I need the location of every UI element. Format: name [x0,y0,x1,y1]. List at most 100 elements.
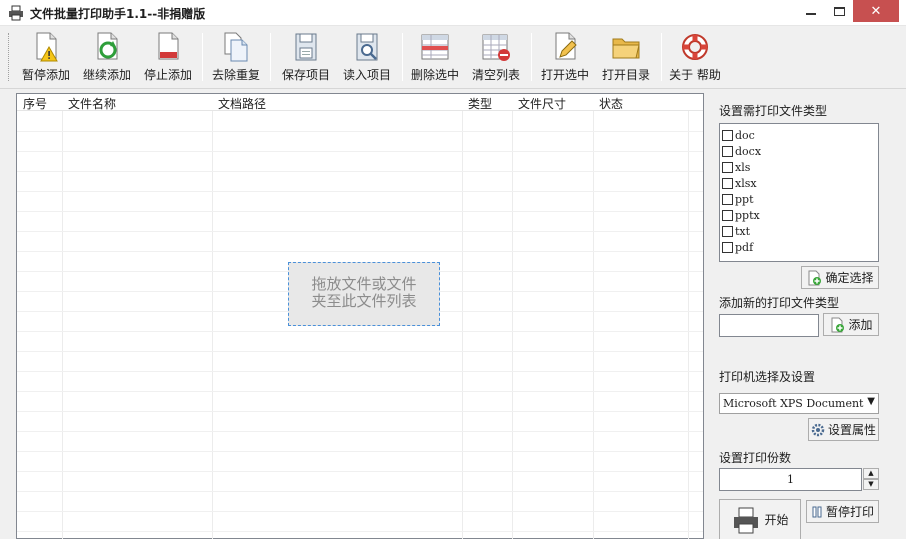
checkbox[interactable] [722,161,733,173]
start-print-label: 开始 [764,513,789,527]
copies-stepper[interactable]: ▲ ▼ [863,468,879,491]
add-type-button-label: 添加 [848,318,873,332]
printer-section-label: 打印机选择及设置 [719,370,816,384]
copies-input[interactable]: 1 [719,468,862,491]
row-divider [17,231,703,232]
toolbar-separator [202,33,203,81]
row-divider [17,511,703,512]
printer-select[interactable]: Microsoft XPS Document ▼ [719,393,879,414]
row-divider [17,131,703,132]
start-print-button[interactable]: 开始 [719,499,801,539]
remove-duplicates-button[interactable]: 去除重复 [209,31,263,85]
delete-selected-icon [421,34,449,60]
gear-icon [811,423,825,436]
printer-icon [734,507,759,533]
drop-hint-line1: 拖放文件或文件 [311,275,417,293]
type-item-doc[interactable]: doc [722,127,876,143]
checkbox[interactable] [722,241,733,253]
pause-add-button[interactable]: 暂停添加 [19,31,73,85]
spin-up-icon[interactable]: ▲ [863,468,879,479]
refresh-document-icon [97,32,118,60]
spin-down-icon[interactable]: ▼ [863,479,879,490]
warning-document-icon [36,32,58,62]
clear-list-icon [482,34,510,61]
pause-print-button[interactable]: 暂停打印 [806,500,879,523]
list-header: 序号 文件名称 文档路径 类型 文件尺寸 状态 [17,94,703,111]
row-divider [17,211,703,212]
continue-add-label: 继续添加 [82,68,131,82]
about-help-button[interactable]: 关于 帮助 [666,31,724,85]
toolbar-separator [402,33,403,81]
confirm-types-button[interactable]: 确定选择 [801,266,879,289]
column-divider [688,94,689,539]
type-item-pptx[interactable]: pptx [722,207,876,223]
row-divider [17,151,703,152]
save-project-label: 保存项目 [281,68,330,82]
type-item-pdf[interactable]: pdf [722,239,876,255]
new-type-input[interactable] [719,314,819,337]
file-types-label: 设置需打印文件类型 [719,104,828,118]
row-divider [17,411,703,412]
save-project-icon [295,33,317,61]
copies-label: 设置打印份数 [719,451,792,465]
column-header-path[interactable]: 文档路径 [218,95,266,112]
column-header-index[interactable]: 序号 [23,95,47,112]
load-project-label: 读入项目 [342,68,391,82]
drop-zone[interactable]: 拖放文件或文件 夹至此文件列表 [288,262,440,326]
toolbar-separator [531,33,532,81]
pause-print-label: 暂停打印 [825,505,874,519]
file-list[interactable]: 序号 文件名称 文档路径 类型 文件尺寸 状态 拖放文件或文件 夹至此文件列表 [16,93,704,539]
load-project-button[interactable]: 读入项目 [339,31,395,85]
column-divider [212,94,213,539]
type-item-xlsx[interactable]: xlsx [722,175,876,191]
open-selected-button[interactable]: 打开选中 [538,31,592,85]
window-title: 文件批量打印助手1.1--非捐赠版 [30,7,206,21]
column-header-status[interactable]: 状态 [599,95,623,112]
toolbar: 暂停添加 继续添加 停止添加 去除重复 保存项目 读入项目 删除选中 清空列表 … [0,27,906,89]
close-button[interactable]: ✕ [853,0,899,22]
pause-icon [812,506,822,517]
checkbox[interactable] [722,225,733,237]
column-divider [462,94,463,539]
row-divider [17,251,703,252]
type-item-txt[interactable]: txt [722,223,876,239]
stop-add-button[interactable]: 停止添加 [141,31,195,85]
clear-list-button[interactable]: 清空列表 [469,31,523,85]
load-project-icon [356,33,378,61]
duplicate-documents-icon [224,32,248,62]
checkbox[interactable] [722,209,733,221]
file-types-list[interactable]: doc docx xls xlsx ppt pptx txt pdf [719,123,879,262]
minimize-button[interactable] [797,0,825,22]
add-type-button[interactable]: 添加 [823,313,879,336]
continue-add-button[interactable]: 继续添加 [80,31,134,85]
checkbox[interactable] [722,193,733,205]
toolbar-separator [661,33,662,81]
open-directory-button[interactable]: 打开目录 [599,31,653,85]
column-divider [512,94,513,539]
column-header-size[interactable]: 文件尺寸 [518,95,566,112]
delete-selected-button[interactable]: 删除选中 [408,31,462,85]
printer-properties-button[interactable]: 设置属性 [808,418,879,441]
column-divider [593,94,594,539]
checkbox[interactable] [722,129,733,141]
type-item-ppt[interactable]: ppt [722,191,876,207]
row-divider [17,431,703,432]
delete-selected-label: 删除选中 [410,68,459,82]
drop-hint-line2: 夹至此文件列表 [311,292,417,310]
toolbar-separator [270,33,271,81]
column-header-filename[interactable]: 文件名称 [68,95,116,112]
printer-selected-value: Microsoft XPS Document [723,397,864,410]
type-item-xls[interactable]: xls [722,159,876,175]
checkbox[interactable] [722,145,733,157]
maximize-button[interactable] [825,0,853,22]
checkbox[interactable] [722,177,733,189]
toolbar-grip[interactable] [8,33,12,81]
open-directory-label: 打开目录 [601,68,650,82]
row-divider [17,171,703,172]
column-header-type[interactable]: 类型 [468,95,492,112]
lifebuoy-icon [682,34,708,60]
row-divider [17,191,703,192]
type-item-docx[interactable]: docx [722,143,876,159]
save-project-button[interactable]: 保存项目 [278,31,334,85]
printer-app-icon [9,5,23,21]
